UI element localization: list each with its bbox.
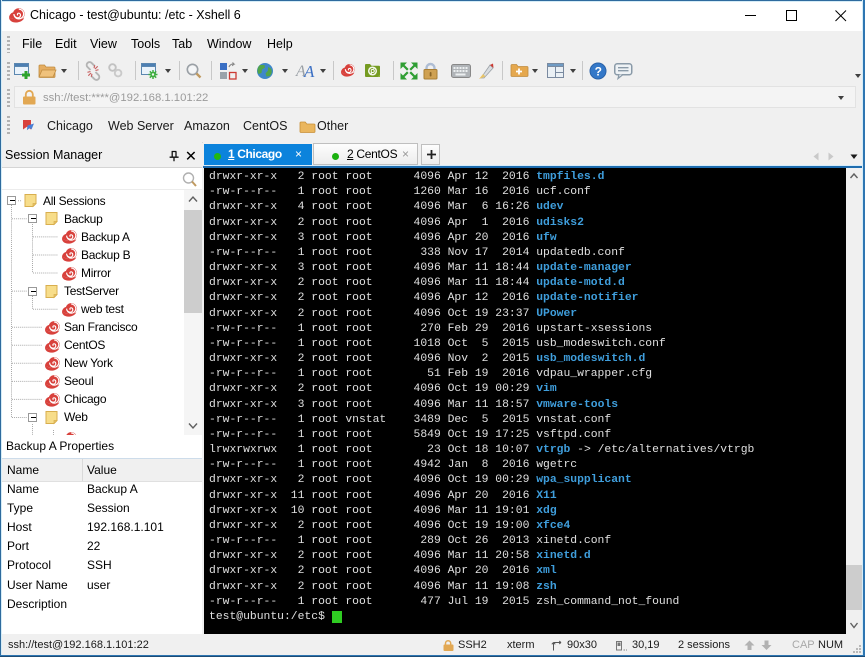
svg-text:A: A <box>303 62 315 81</box>
svg-text:?: ? <box>595 65 602 79</box>
